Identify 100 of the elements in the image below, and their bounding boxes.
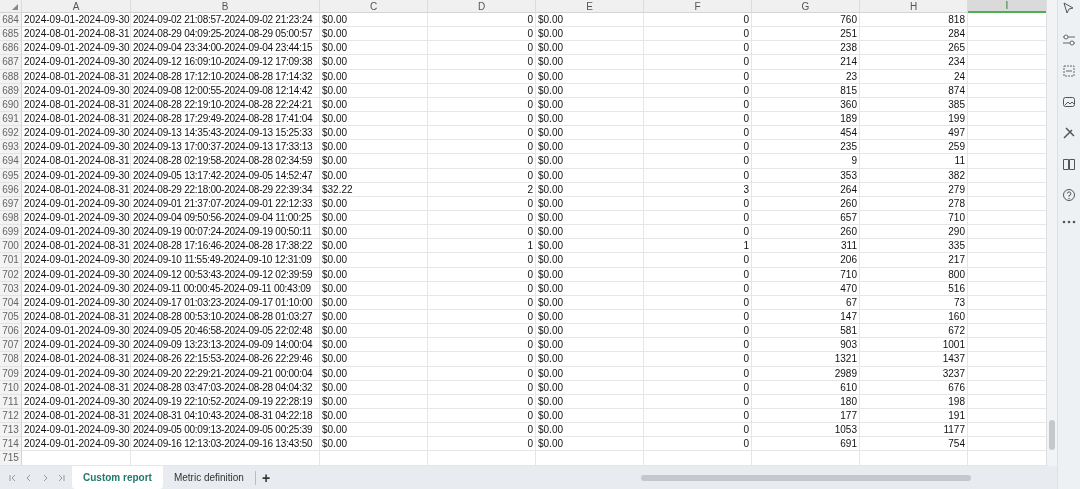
column-header[interactable]: A [22,0,131,13]
table-cell: 1053 [752,423,860,438]
table-cell: 2024-09-01-2024-09-30 [22,437,131,452]
table-cell: $0.00 [320,126,428,141]
row-header[interactable]: 693 [0,140,22,155]
table-cell: $0.00 [320,324,428,339]
table-cell: 2024-09-01-2024-09-30 [22,168,131,183]
sheet-tab[interactable]: Metric definition [162,466,255,489]
row-header[interactable]: 686 [0,41,22,56]
add-sheet-button[interactable]: + [254,470,277,485]
table-cell: 385 [860,97,968,112]
row-header[interactable]: 687 [0,55,22,70]
table-cell: 2024-08-28 00:53:10-2024-08-28 01:03:27 [131,309,320,325]
sheet-nav-icon[interactable] [8,472,18,483]
help-icon[interactable] [1062,188,1076,202]
table-cell: $0.00 [536,13,644,28]
column-header[interactable]: I [968,0,1046,13]
row-header[interactable]: 692 [0,126,22,141]
table-cell: 2024-08-28 02:19:58-2024-08-28 02:34:59 [131,154,320,169]
table-cell: 0 [644,126,752,141]
row-header[interactable]: 713 [0,423,22,438]
table-cell: 238 [752,41,860,56]
table-cell: 2024-09-04 09:50:56-2024-09-04 11:00:25 [131,210,320,226]
table-cell: $0.00 [320,239,428,254]
table-cell: 0 [644,168,752,183]
table-cell: 0 [644,295,752,310]
row-header[interactable]: 701 [0,253,22,268]
table-cell: $0.00 [536,338,644,353]
table-cell: 2024-09-04 23:34:00-2024-09-04 23:44:15 [131,41,320,56]
table-cell: 2024-09-01-2024-09-30 [22,140,131,155]
table-cell: $0.00 [536,112,644,127]
table-cell: $0.00 [536,83,644,98]
table-cell: 2024-09-05 13:17:42-2024-09-05 14:52:47 [131,168,320,183]
row-header[interactable]: 684 [0,13,22,28]
table-cell: 0 [644,112,752,127]
more-icon[interactable] [1062,219,1076,225]
sheet-nav-icon[interactable] [56,472,66,483]
table-cell: 0 [428,210,536,226]
table-cell: 2024-09-01-2024-09-30 [22,253,131,268]
table-cell: 0 [428,423,536,438]
row-header[interactable]: 699 [0,225,22,240]
table-cell: 0 [428,225,536,240]
table-cell: 2024-09-01-2024-09-30 [22,295,131,310]
table-cell: $0.00 [536,423,644,438]
row-header[interactable]: 715 [0,451,22,466]
table-cell: 189 [752,112,860,127]
table-cell: 2024-09-01-2024-09-30 [22,366,131,381]
table-cell: 260 [752,225,860,240]
row-header[interactable]: 700 [0,239,22,254]
row-header[interactable]: 707 [0,338,22,353]
table-cell: 2024-09-01-2024-09-30 [22,13,131,28]
table-cell: 382 [860,168,968,183]
table-cell: 234 [860,55,968,70]
table-cell: 2024-08-26 22:15:53-2024-08-26 22:29:46 [131,352,320,367]
column-header[interactable]: F [644,0,752,13]
table-cell: 0 [644,69,752,84]
column-header[interactable]: H [860,0,968,13]
table-cell: $0.00 [536,352,644,367]
row-header[interactable]: 714 [0,437,22,452]
table-cell: $0.00 [320,309,428,325]
table-cell: 180 [752,394,860,409]
table-cell: 24 [860,69,968,84]
book-icon[interactable] [1062,157,1076,171]
table-cell: 0 [644,380,752,395]
table-cell: 0 [644,253,752,268]
sliders-icon[interactable] [1062,33,1076,47]
table-cell: 2024-09-10 11:55:49-2024-09-10 12:31:09 [131,253,320,268]
table-cell: 73 [860,295,968,310]
table-cell: $0.00 [536,225,644,240]
table-cell: 0 [644,324,752,339]
column-header[interactable]: C [320,0,428,13]
image-icon[interactable] [1062,95,1076,109]
table-cell: 691 [752,437,860,452]
sheet-tab[interactable]: Custom report [72,466,163,489]
table-cell: 1 [644,239,752,254]
table-cell: 2024-08-28 17:12:10-2024-08-28 17:14:32 [131,69,320,84]
table-cell: 0 [644,352,752,367]
table-cell: $0.00 [536,253,644,268]
column-header[interactable]: D [428,0,536,13]
column-header[interactable]: G [752,0,860,13]
table-cell: $0.00 [536,267,644,282]
select-all-corner[interactable] [0,0,22,13]
frame-icon[interactable] [1062,64,1076,78]
column-header[interactable]: E [536,0,644,13]
table-cell: $0.00 [320,168,428,183]
scrollbar-thumb[interactable] [1049,420,1055,450]
row-header[interactable]: 685 [0,27,22,42]
row-header[interactable]: 694 [0,154,22,169]
table-cell: 0 [428,83,536,98]
table-cell: 2024-08-01-2024-08-31 [22,112,131,127]
column-header[interactable]: B [131,0,320,13]
table-cell: 2024-08-31 04:10:43-2024-08-31 04:22:18 [131,408,320,424]
table-cell: 0 [428,140,536,155]
table-cell: $0.00 [320,13,428,28]
pointer-icon[interactable] [1062,2,1076,16]
table-cell: 2024-08-01-2024-08-31 [22,380,131,395]
table-cell: $0.00 [320,366,428,381]
row-header[interactable]: 708 [0,352,22,367]
row-header[interactable]: 706 [0,324,22,339]
table-cell: $0.00 [536,69,644,84]
